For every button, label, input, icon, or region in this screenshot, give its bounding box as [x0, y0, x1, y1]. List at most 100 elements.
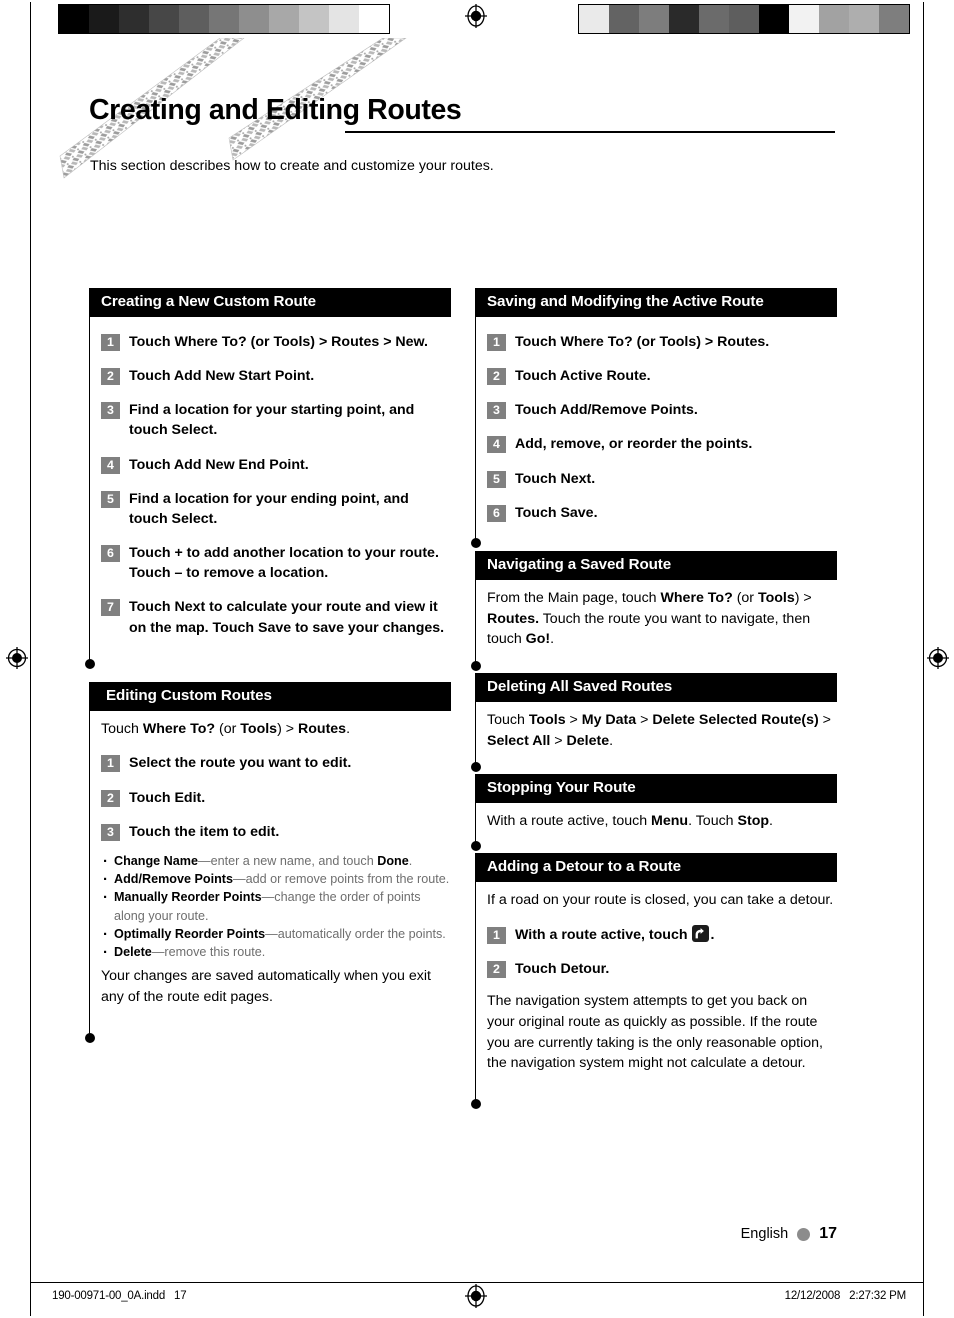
footer-dot-icon: [797, 1227, 811, 1241]
list-item: Delete—remove this route.: [101, 942, 451, 964]
step-item: 4 Add, remove, or reorder the points.: [487, 434, 837, 454]
step-text: Touch Detour.: [515, 961, 610, 977]
section-heading: Creating a New Custom Route: [89, 288, 451, 317]
color-swatch: [119, 5, 149, 33]
color-swatch: [59, 5, 89, 33]
step-item: 3 Find a location for your starting poin…: [101, 400, 451, 440]
section-rule: [470, 853, 481, 1110]
rule-end-dot: [470, 841, 481, 852]
section-rule: [84, 681, 95, 1043]
section-navigating-saved-route: Navigating a Saved Route From the Main p…: [470, 550, 837, 672]
step-badge: 6: [487, 504, 506, 522]
step-badge: 1: [101, 755, 120, 773]
calibration-colorbar-right: [578, 4, 910, 34]
step-item: 7 Touch Next to calculate your route and…: [101, 597, 451, 637]
step-text: Touch Next.: [515, 470, 596, 487]
step-text: Touch Add New End Point.: [129, 456, 309, 473]
section-adding-detour: Adding a Detour to a Route If a road on …: [470, 853, 837, 1110]
section-deleting-all-saved-routes: Deleting All Saved Routes Touch Tools > …: [470, 673, 837, 773]
section-closing: The navigation system attempts to get yo…: [487, 993, 823, 1072]
step-badge: 2: [487, 368, 506, 386]
step-item: 2 Touch Edit.: [101, 788, 451, 808]
step-badge: 1: [101, 333, 120, 351]
section-body: Touch Tools > My Data > Delete Selected …: [475, 702, 837, 751]
color-swatch: [579, 5, 609, 33]
step-item: 1 With a route active, touch .: [487, 924, 837, 945]
step-item: 1 Touch Where To? (or Tools) > Routes > …: [101, 332, 451, 352]
footer-divider: [30, 1282, 924, 1283]
color-swatch: [849, 5, 879, 33]
step-text-suffix: .: [710, 926, 715, 943]
page-footer: English 17: [741, 1225, 837, 1243]
section-rule: [84, 288, 95, 669]
right-column: Saving and Modifying the Active Route 1 …: [470, 288, 837, 1110]
section-body: If a road on your route is closed, you c…: [475, 882, 837, 1074]
step-text: Touch Active Route.: [515, 368, 651, 385]
edit-options-list: Change Name—enter a new name, and touch …: [101, 851, 451, 964]
list-item: Change Name—enter a new name, and touch …: [101, 851, 451, 873]
section-body: With a route active, touch Menu. Touch S…: [475, 803, 837, 832]
step-badge: 2: [487, 961, 506, 978]
step-badge: 7: [101, 599, 120, 617]
step-item: 3 Touch the item to edit.: [101, 822, 451, 842]
step-badge: 5: [487, 470, 506, 488]
step-item: 5 Find a location for your ending point,…: [101, 489, 451, 529]
calibration-colorbar-left: [58, 4, 390, 34]
section-closing: Your changes are saved automatically whe…: [101, 968, 431, 1005]
rule-end-dot: [470, 762, 481, 773]
color-swatch: [299, 5, 329, 33]
step-item: 3 Touch Add/Remove Points.: [487, 400, 837, 420]
step-text: Touch Add New Start Point.: [129, 368, 315, 385]
step-text: Touch + to add another location to your …: [129, 545, 439, 582]
step-badge: 3: [101, 402, 120, 420]
step-badge: 2: [101, 789, 120, 807]
intro-paragraph: This section describes how to create and…: [90, 158, 494, 174]
section-intro: Touch Where To? (or Tools) > Routes.: [101, 720, 351, 737]
step-text: Touch Edit.: [129, 789, 206, 806]
section-heading: Editing Custom Routes: [89, 681, 451, 711]
step-text: Touch Where To? (or Tools) > Routes.: [515, 333, 770, 350]
left-column: Creating a New Custom Route 1 Touch Wher…: [84, 288, 451, 1043]
footer-filename: 190-00971-00_0A.indd 17: [52, 1290, 187, 1302]
step-item: 1 Select the route you want to edit.: [101, 753, 451, 773]
section-body-text: With a route active, touch Menu. Touch S…: [487, 813, 773, 830]
rule-end-dot: [84, 1032, 95, 1043]
list-item-term: Manually Reorder Points: [114, 890, 262, 905]
list-item-desc: —automatically order the points.: [265, 926, 446, 941]
rule-end-dot: [470, 537, 481, 548]
list-item-term: Delete: [114, 945, 152, 960]
rule-end-dot: [470, 661, 481, 672]
registration-mark-icon: [4, 645, 30, 671]
section-heading: Saving and Modifying the Active Route: [475, 288, 837, 317]
step-text: With a route active, touch .: [515, 924, 837, 945]
color-swatch: [89, 5, 119, 33]
registration-mark-icon: [463, 3, 489, 29]
section-body: Touch Where To? (or Tools) > Routes. 1 S…: [94, 711, 451, 1008]
rule-end-dot: [84, 658, 95, 669]
section-heading: Stopping Your Route: [475, 774, 837, 804]
step-text: Select the route you want to edit.: [129, 755, 352, 772]
step-badge: 1: [487, 926, 506, 944]
list-item-desc: —enter a new name, and touch Done.: [197, 853, 413, 868]
list-item-desc: —remove this route.: [151, 945, 266, 960]
step-badge: 1: [487, 333, 506, 351]
step-badge: 4: [101, 456, 120, 474]
step-text: Find a location for your starting point,…: [129, 402, 415, 439]
color-swatch: [239, 5, 269, 33]
step-item: 2 Touch Active Route.: [487, 366, 837, 386]
section-saving-modifying-active-route: Saving and Modifying the Active Route 1 …: [470, 288, 837, 548]
color-swatch: [669, 5, 699, 33]
color-swatch: [609, 5, 639, 33]
step-item: 6 Touch Save.: [487, 503, 837, 523]
step-item: 6 Touch + to add another location to you…: [101, 543, 451, 583]
section-heading: Navigating a Saved Route: [475, 550, 837, 580]
section-intro: If a road on your route is closed, you c…: [487, 892, 834, 909]
step-text-prefix: With a route active, touch: [515, 926, 688, 943]
list-item-term: Optimally Reorder Points: [114, 926, 266, 941]
section-body: From the Main page, touch Where To? (or …: [475, 580, 837, 650]
color-swatch: [729, 5, 759, 33]
step-badge: 2: [101, 368, 120, 386]
color-swatch: [819, 5, 849, 33]
rule-end-dot: [470, 1099, 481, 1110]
section-body-text: Touch Tools > My Data > Delete Selected …: [487, 712, 831, 749]
